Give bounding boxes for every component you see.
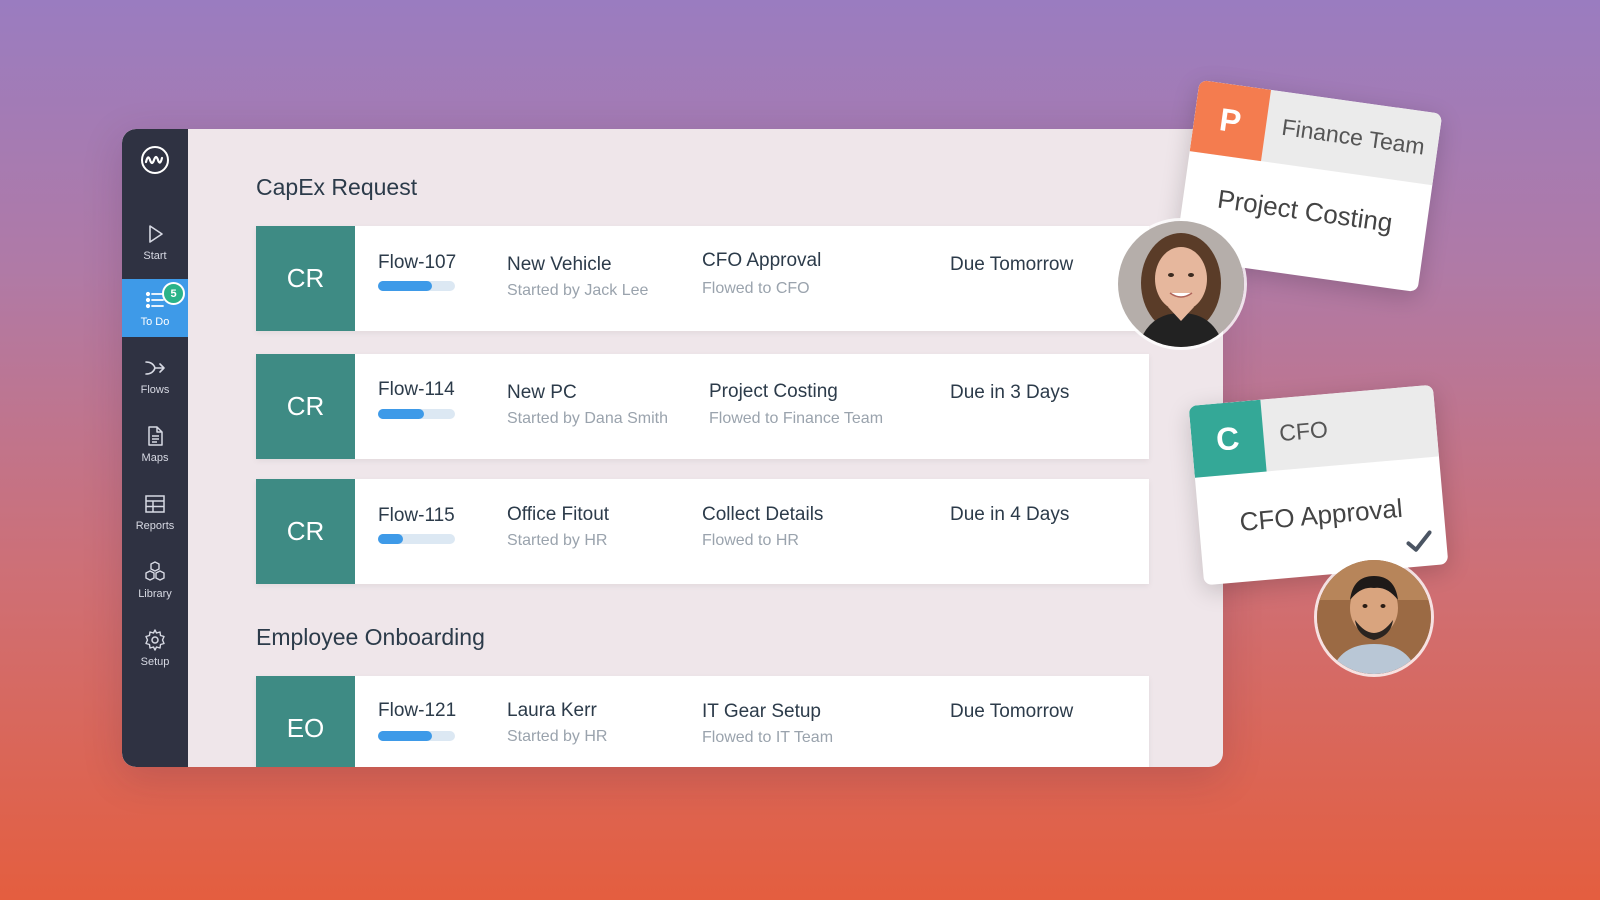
document-icon	[148, 426, 163, 446]
flow-progress-bar	[378, 534, 455, 544]
flow-step: Collect Details	[702, 504, 824, 525]
sidebar-item-label: Flows	[140, 384, 170, 396]
flow-row[interactable]: CR Flow-115 Office Fitout Started by HR …	[256, 479, 1149, 584]
sidebar-item-setup[interactable]: Setup	[122, 619, 188, 677]
card-letter: C	[1188, 399, 1267, 478]
sidebar: Start To Do 5 Flows Maps Reports Library…	[122, 129, 188, 767]
sidebar-item-flows[interactable]: Flows	[122, 347, 188, 405]
flow-code-tile: CR	[256, 226, 355, 331]
todo-count-badge: 5	[162, 282, 185, 305]
flow-id: Flow-107	[378, 252, 457, 273]
play-icon	[149, 225, 163, 243]
flow-id: Flow-114	[378, 379, 455, 400]
app-logo-icon	[141, 146, 169, 174]
flows-icon	[145, 361, 165, 375]
woman-portrait-icon	[1118, 221, 1244, 347]
sidebar-item-label: Reports	[135, 520, 175, 532]
flow-started-by: Started by Dana Smith	[507, 410, 668, 427]
flow-progress-bar	[378, 731, 455, 741]
flow-name: New Vehicle	[507, 254, 612, 275]
flow-due: Due Tomorrow	[950, 254, 1074, 275]
flow-step: Project Costing	[709, 381, 838, 402]
flow-flowed-to: Flowed to HR	[702, 532, 799, 549]
section-title: CapEx Request	[256, 174, 418, 200]
flow-started-by: Started by HR	[507, 728, 608, 745]
avatar	[1314, 557, 1434, 677]
avatar	[1115, 218, 1247, 350]
flow-row[interactable]: EO Flow-121 Laura Kerr Started by HR IT …	[256, 676, 1149, 767]
flow-code-tile: EO	[256, 676, 355, 767]
flow-progress-fill	[378, 281, 432, 291]
flow-code-tile: CR	[256, 479, 355, 584]
card-letter: P	[1189, 79, 1272, 162]
sidebar-item-label: To Do	[140, 316, 170, 328]
flow-code-tile: CR	[256, 354, 355, 459]
gear-icon	[145, 629, 165, 651]
flow-due: Due in 3 Days	[950, 382, 1070, 403]
boxes-icon	[145, 561, 165, 581]
flow-step: CFO Approval	[702, 250, 822, 271]
app-window: Start To Do 5 Flows Maps Reports Library…	[122, 129, 1223, 767]
flow-name: Laura Kerr	[507, 700, 597, 721]
flow-progress-fill	[378, 534, 404, 544]
sidebar-item-label: Library	[138, 588, 172, 600]
flow-due: Due in 4 Days	[950, 504, 1070, 525]
man-portrait-icon	[1317, 560, 1431, 674]
sidebar-item-label: Setup	[140, 656, 170, 668]
flow-flowed-to: Flowed to Finance Team	[709, 410, 884, 427]
flow-progress-bar	[378, 281, 455, 291]
sidebar-item-start[interactable]: Start	[122, 213, 188, 271]
flow-started-by: Started by Jack Lee	[507, 282, 649, 299]
flow-progress-fill	[378, 731, 432, 741]
sidebar-item-library[interactable]: Library	[122, 551, 188, 609]
section-title: Employee Onboarding	[256, 624, 485, 650]
flow-step: IT Gear Setup	[702, 701, 821, 722]
flow-progress-fill	[378, 409, 425, 419]
flow-row[interactable]: CR Flow-107 New Vehicle Started by Jack …	[256, 226, 1149, 331]
flow-id: Flow-121	[378, 700, 457, 721]
flow-due: Due Tomorrow	[950, 701, 1074, 722]
sidebar-item-reports[interactable]: Reports	[122, 483, 188, 541]
checkmark-icon	[1406, 530, 1432, 552]
table-icon	[145, 495, 165, 513]
flow-name: Office Fitout	[507, 504, 610, 525]
flow-name: New PC	[507, 382, 577, 403]
assignee-card-cfo: C CFO CFO Approval	[1188, 384, 1449, 586]
card-team: CFO	[1278, 416, 1329, 447]
flow-id: Flow-115	[378, 505, 455, 526]
sidebar-item-label: Maps	[141, 452, 169, 464]
flow-started-by: Started by HR	[507, 532, 608, 549]
flow-progress-bar	[378, 409, 455, 419]
sidebar-item-label: Start	[143, 250, 167, 262]
flow-flowed-to: Flowed to CFO	[702, 280, 810, 297]
sidebar-item-maps[interactable]: Maps	[122, 415, 188, 473]
flow-flowed-to: Flowed to IT Team	[702, 729, 834, 746]
sidebar-item-todo[interactable]: To Do 5	[122, 279, 188, 337]
flow-row[interactable]: CR Flow-114 New PC Started by Dana Smith…	[256, 354, 1149, 459]
